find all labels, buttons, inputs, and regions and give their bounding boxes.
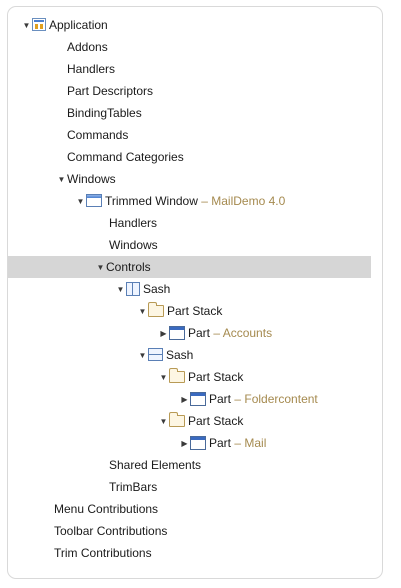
tree-node-detail: – Foldercontent (234, 392, 318, 406)
tree-node-detail: – Mail (234, 436, 267, 450)
model-editor-panel: ▼ Application Addons Handlers Part Descri… (7, 6, 383, 579)
disclosure-expanded-icon[interactable]: ▼ (22, 15, 31, 37)
tree-node-label: Menu Contributions (54, 502, 159, 516)
part-icon (190, 391, 206, 406)
tree-node-part-stack-3[interactable]: ▼ Part Stack (8, 410, 384, 432)
tree-node-label: Sash (143, 282, 171, 296)
tree-node-label: Sash (166, 348, 194, 362)
tree-node-binding-tables[interactable]: BindingTables (8, 102, 384, 124)
disclosure-expanded-icon[interactable]: ▼ (159, 411, 168, 433)
tree-node-detail: – MailDemo 4.0 (201, 194, 286, 208)
disclosure-expanded-icon[interactable]: ▼ (116, 279, 125, 301)
disclosure-expanded-icon[interactable]: ▼ (159, 367, 168, 389)
tree-node-trimmed-window[interactable]: ▼ Trimmed Window – MailDemo 4.0 (8, 190, 384, 212)
folder-icon (148, 301, 164, 317)
tree-node-detail: – Accounts (213, 326, 273, 340)
tree-node-addons[interactable]: Addons (8, 36, 384, 58)
tree-node-label: Part (209, 436, 232, 450)
tree-node-commands[interactable]: Commands (8, 124, 384, 146)
tree-node-label: Part Descriptors (67, 84, 154, 98)
horizontal-sash-icon (148, 348, 163, 362)
disclosure-expanded-icon[interactable]: ▼ (138, 301, 147, 323)
tree-node-label: Trim Contributions (54, 546, 152, 560)
tree-node-sash[interactable]: ▼ Sash (8, 278, 384, 300)
tree-node-label: Command Categories (67, 150, 184, 164)
tree-node-application[interactable]: ▼ Application (8, 14, 384, 36)
disclosure-collapsed-icon[interactable]: ▶ (180, 433, 189, 455)
tree-node-label: Commands (67, 128, 129, 142)
tree-node-part-descriptors[interactable]: Part Descriptors (8, 80, 384, 102)
tree-node-window-windows[interactable]: Windows (8, 234, 384, 256)
tree-node-label: BindingTables (67, 106, 142, 120)
tree-node-part-foldercontent[interactable]: ▶ Part – Foldercontent (8, 388, 384, 410)
application-model-tree[interactable]: ▼ Application Addons Handlers Part Descri… (8, 14, 384, 564)
tree-node-toolbar-contributions[interactable]: Toolbar Contributions (8, 520, 384, 542)
tree-node-label: Handlers (67, 62, 116, 76)
folder-icon (169, 411, 185, 427)
disclosure-collapsed-icon[interactable]: ▶ (180, 389, 189, 411)
tree-node-label: Application (49, 18, 108, 32)
tree-node-sash-2[interactable]: ▼ Sash (8, 344, 384, 366)
part-icon (190, 435, 206, 450)
disclosure-expanded-icon[interactable]: ▼ (76, 191, 85, 213)
disclosure-expanded-icon[interactable]: ▼ (57, 169, 66, 191)
tree-node-label: Addons (67, 40, 108, 54)
tree-node-part-mail[interactable]: ▶ Part – Mail (8, 432, 384, 454)
disclosure-expanded-icon[interactable]: ▼ (138, 345, 147, 367)
tree-node-part-stack-1[interactable]: ▼ Part Stack (8, 300, 384, 322)
tree-node-controls[interactable]: ▼ Controls (8, 256, 371, 278)
tree-node-label: TrimBars (109, 480, 158, 494)
tree-node-part-stack-2[interactable]: ▼ Part Stack (8, 366, 384, 388)
part-icon (169, 325, 185, 340)
tree-node-label: Windows (67, 172, 116, 186)
tree-node-window-handlers[interactable]: Handlers (8, 212, 384, 234)
tree-node-label: Part (188, 326, 211, 340)
tree-node-shared-elements[interactable]: Shared Elements (8, 454, 384, 476)
tree-node-windows[interactable]: ▼ Windows (8, 168, 384, 190)
tree-node-handlers[interactable]: Handlers (8, 58, 384, 80)
tree-node-label: Trimmed Window (105, 194, 198, 208)
tree-node-trimbars[interactable]: TrimBars (8, 476, 384, 498)
folder-icon (169, 367, 185, 383)
tree-node-part-accounts[interactable]: ▶ Part – Accounts (8, 322, 384, 344)
tree-node-label: Controls (106, 260, 151, 274)
application-icon (32, 18, 46, 32)
tree-node-label: Part Stack (167, 304, 223, 318)
disclosure-expanded-icon[interactable]: ▼ (96, 257, 105, 279)
vertical-sash-icon (126, 281, 140, 296)
window-icon (86, 194, 102, 208)
tree-node-label: Part (209, 392, 232, 406)
tree-node-command-categories[interactable]: Command Categories (8, 146, 384, 168)
tree-node-trim-contributions[interactable]: Trim Contributions (8, 542, 384, 564)
tree-node-menu-contributions[interactable]: Menu Contributions (8, 498, 384, 520)
tree-node-label: Handlers (109, 216, 158, 230)
tree-node-label: Part Stack (188, 414, 244, 428)
tree-node-label: Windows (109, 238, 158, 252)
tree-node-label: Shared Elements (109, 458, 202, 472)
tree-node-label: Toolbar Contributions (54, 524, 168, 538)
disclosure-collapsed-icon[interactable]: ▶ (159, 323, 168, 345)
tree-node-label: Part Stack (188, 370, 244, 384)
